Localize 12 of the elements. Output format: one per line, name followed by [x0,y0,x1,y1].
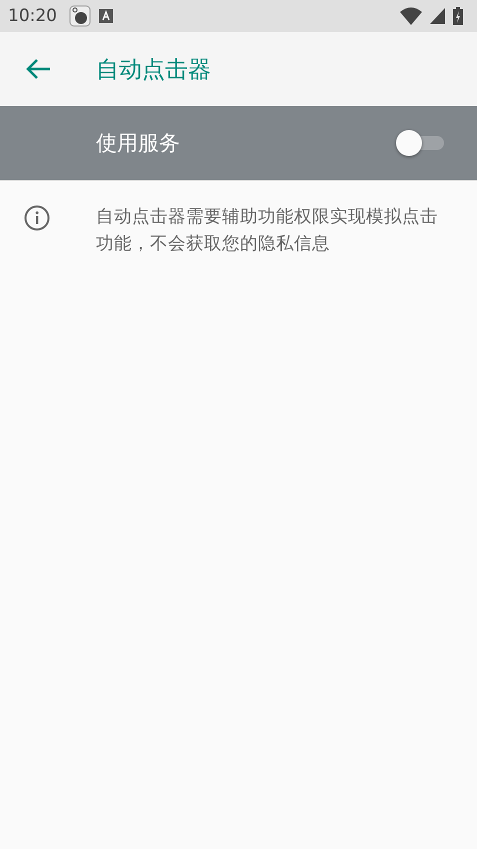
wifi-icon [400,7,422,25]
toggle-switch[interactable] [396,130,444,156]
app-title: 自动点击器 [96,56,211,84]
info-text: 自动点击器需要辅助功能权限实现模拟点击功能，不会获取您的隐私信息 [96,206,439,256]
status-time: 10:20 [8,6,57,26]
signal-icon [430,8,445,24]
battery-icon [453,7,463,25]
back-button[interactable] [25,58,51,80]
switch-label: 使用服务 [96,130,181,157]
info-icon [24,205,50,231]
app-notification-icon [69,5,91,27]
keyboard-notification-icon [99,9,113,23]
